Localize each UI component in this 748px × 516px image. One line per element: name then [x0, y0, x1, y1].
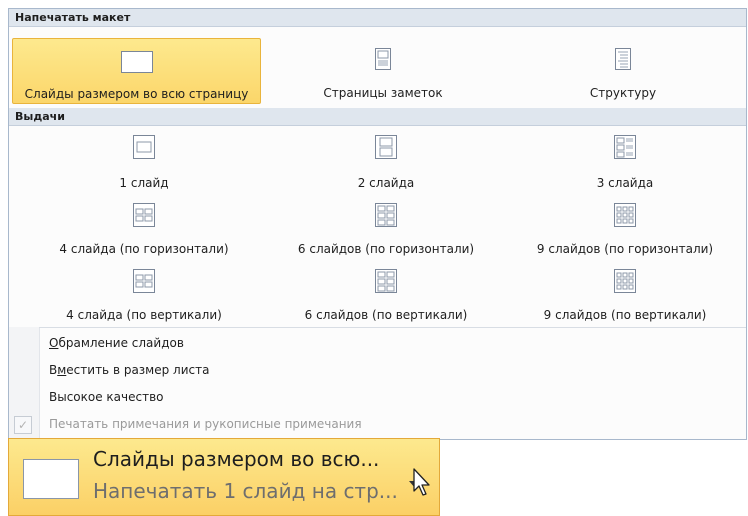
handout-9v-option[interactable]: 9 слайдов (по вертикали): [509, 263, 741, 325]
handout-9h-icon: [614, 203, 636, 227]
handout-4v-label: 4 слайда (по вертикали): [66, 308, 222, 322]
handout-4h-option[interactable]: 4 слайда (по горизонтали): [29, 197, 259, 259]
handout-1-option[interactable]: 1 слайд: [29, 131, 259, 193]
handouts-header: Выдачи: [9, 108, 746, 126]
print-layout-header: Напечатать макет: [9, 9, 746, 27]
handout-6v-option[interactable]: 6 слайдов (по вертикали): [271, 263, 501, 325]
print-layout-menu: Напечатать макет Слайды размером во всю …: [8, 8, 747, 440]
full-page-slide-icon: [23, 459, 79, 499]
handout-3-label: 3 слайда: [596, 176, 654, 190]
handout-2-icon: [375, 135, 397, 159]
outline-option[interactable]: Структуру: [504, 38, 742, 104]
dropdown-subtitle: Напечатать 1 слайд на стр...: [93, 479, 398, 503]
scale-to-fit-option[interactable]: Вместить в размер листа: [49, 363, 209, 377]
dropdown-title: Слайды размером во всю...: [93, 447, 380, 471]
handout-2-label: 2 слайда: [357, 176, 415, 190]
handout-3-option[interactable]: 3 слайда: [509, 131, 741, 193]
handout-2-option[interactable]: 2 слайда: [271, 131, 501, 193]
handout-9v-label: 9 слайдов (по вертикали): [543, 308, 707, 322]
handout-1-label: 1 слайд: [119, 176, 169, 190]
handout-3-icon: [614, 135, 636, 159]
handout-4h-label: 4 слайда (по горизонтали): [59, 242, 229, 256]
mouse-cursor-icon: [413, 468, 430, 496]
handout-4h-icon: [133, 203, 155, 227]
notes-page-icon: [375, 48, 391, 70]
frame-slides-option[interactable]: Обрамление слайдов: [49, 336, 184, 350]
handout-6v-label: 6 слайдов (по вертикали): [304, 308, 468, 322]
handout-9h-label: 9 слайдов (по горизонтали): [536, 242, 714, 256]
handout-6h-label: 6 слайдов (по горизонтали): [297, 242, 475, 256]
outline-label: Структуру: [589, 86, 657, 100]
high-quality-option[interactable]: Высокое качество: [49, 390, 164, 404]
notes-pages-label: Страницы заметок: [323, 86, 443, 100]
full-page-slides-option[interactable]: Слайды размером во всю страницу: [12, 38, 261, 104]
handout-6v-icon: [375, 269, 397, 293]
handout-6h-option[interactable]: 6 слайдов (по горизонтали): [271, 197, 501, 259]
handout-4v-icon: [133, 269, 155, 293]
handout-6h-icon: [375, 203, 397, 227]
outline-icon: [615, 48, 631, 70]
handout-9v-icon: [614, 269, 636, 293]
options-divider: [39, 327, 746, 328]
print-comments-option: Печатать примечания и рукописные примеча…: [49, 417, 362, 431]
full-page-slide-icon: [120, 51, 153, 73]
checkmark-icon: ✓: [14, 416, 32, 434]
handout-4v-option[interactable]: 4 слайда (по вертикали): [29, 263, 259, 325]
notes-pages-option[interactable]: Страницы заметок: [272, 38, 494, 104]
print-layout-dropdown-button[interactable]: Слайды размером во всю... Напечатать 1 с…: [8, 438, 440, 516]
handout-9h-option[interactable]: 9 слайдов (по горизонтали): [509, 197, 741, 259]
full-page-slides-label: Слайды размером во всю страницу: [24, 87, 249, 101]
handout-1-icon: [133, 135, 155, 159]
